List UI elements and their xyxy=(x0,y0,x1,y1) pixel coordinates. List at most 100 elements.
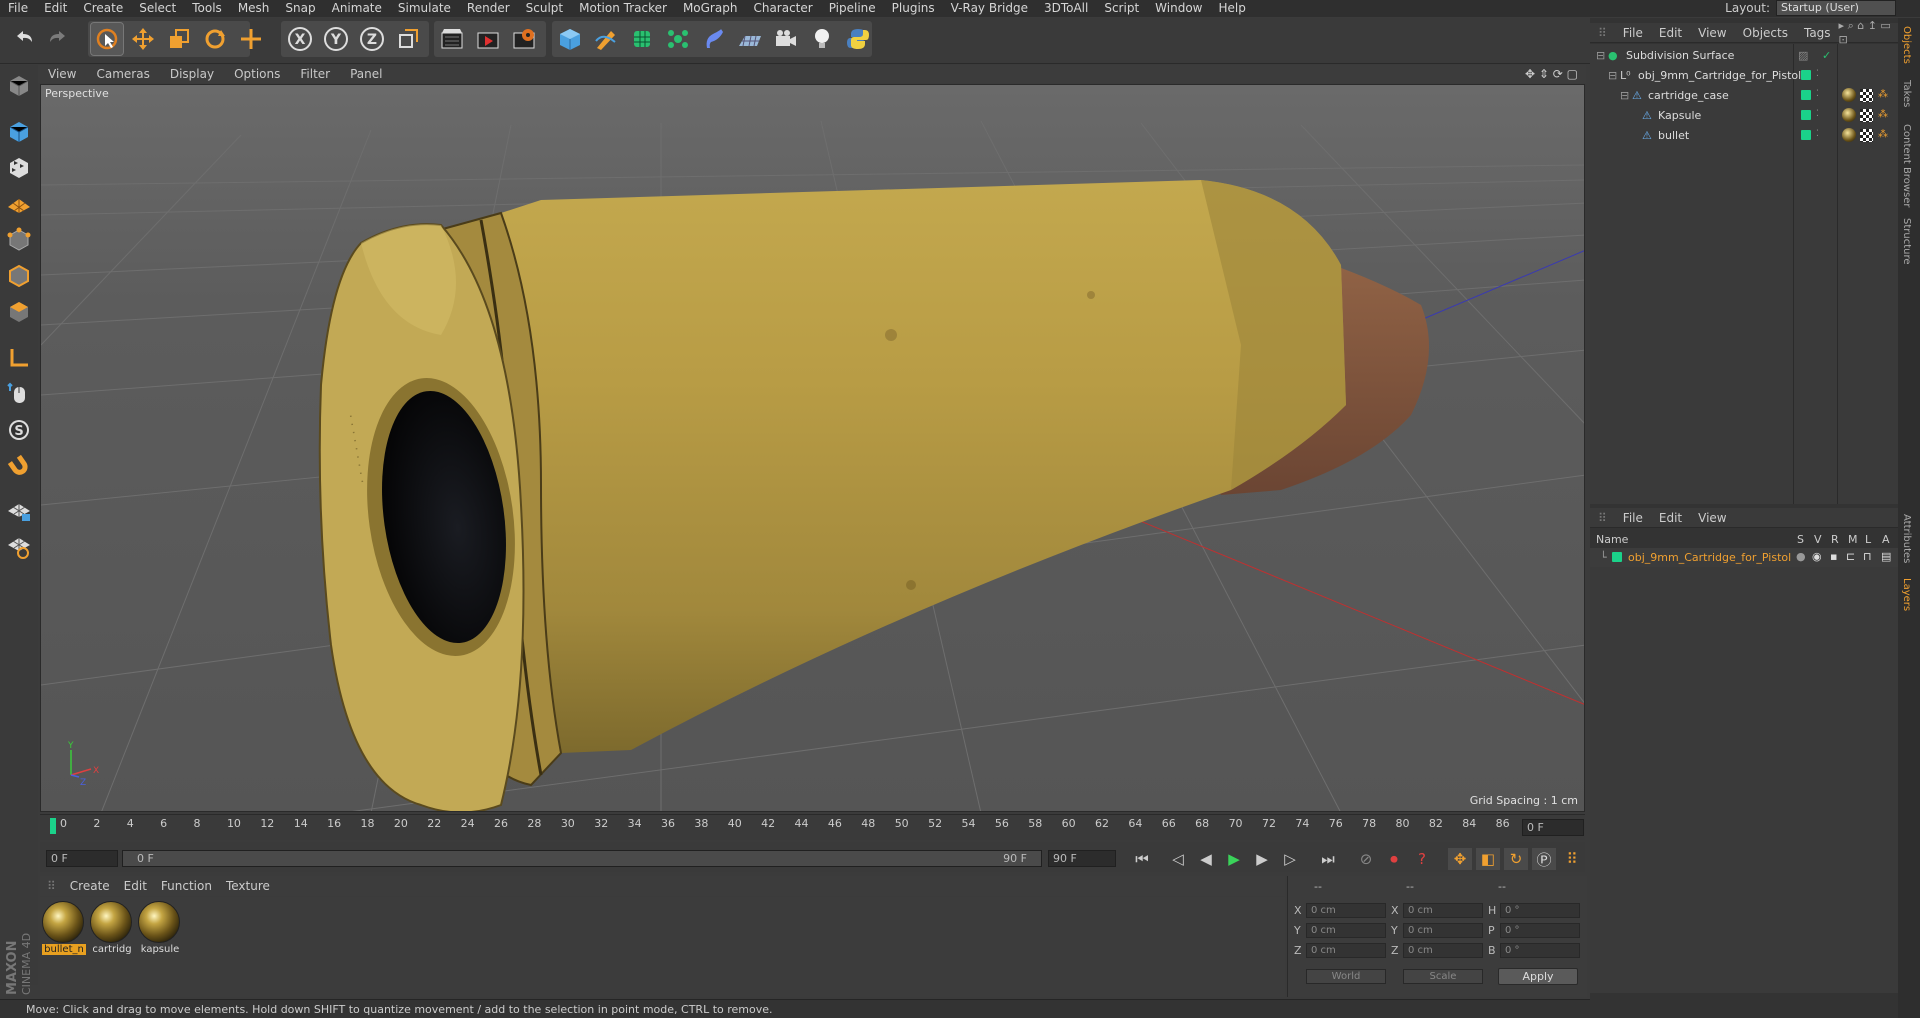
layer-col-v[interactable]: V xyxy=(1814,533,1822,546)
move-icon[interactable] xyxy=(127,23,159,55)
z-axis-lock-icon[interactable]: Z xyxy=(356,23,388,55)
locked-workplane-icon[interactable] xyxy=(4,495,34,525)
tweak-mode-icon[interactable] xyxy=(4,379,34,409)
menu-window[interactable]: Window xyxy=(1147,0,1210,17)
camera-icon[interactable] xyxy=(770,23,802,55)
start-frame-field[interactable]: 0 F xyxy=(46,850,118,867)
menu-tools[interactable]: Tools xyxy=(184,0,230,17)
render-view-icon[interactable] xyxy=(436,23,468,55)
undo-icon[interactable] xyxy=(8,23,40,55)
material-swatch[interactable]: kapsule xyxy=(138,901,182,959)
rotation-h-field[interactable]: 0 ° xyxy=(1500,903,1580,918)
y-axis-lock-icon[interactable]: Y xyxy=(320,23,352,55)
transform-icon[interactable] xyxy=(235,23,267,55)
object-row[interactable]: ⊟ ⚠ cartridge_case ⁚ ⁂ xyxy=(1590,86,1898,105)
tree-collapse-icon[interactable]: ⊟ xyxy=(1596,49,1605,62)
cube-icon[interactable] xyxy=(554,23,586,55)
uvw-tag-icon[interactable] xyxy=(1860,89,1873,102)
key-scale-icon[interactable]: ◧ xyxy=(1476,848,1500,870)
current-frame-field[interactable]: 0 F xyxy=(1522,819,1584,836)
material-menu-function[interactable]: Function xyxy=(154,879,219,893)
tab-objects[interactable]: Objects xyxy=(1901,26,1912,64)
layout-select[interactable]: Startup (User) xyxy=(1776,0,1896,16)
position-z-field[interactable]: 0 cm xyxy=(1306,943,1386,958)
tab-content-browser[interactable]: Content Browser xyxy=(1901,124,1912,207)
material-tag-icon[interactable] xyxy=(1842,108,1856,122)
menu-sculpt[interactable]: Sculpt xyxy=(518,0,571,17)
animation-icon[interactable]: ▤ xyxy=(1881,550,1891,563)
object-row[interactable]: ⚠ Kapsule ⁚ ⁂ xyxy=(1590,106,1898,125)
rotate-icon[interactable] xyxy=(199,23,231,55)
deformer-icon[interactable] xyxy=(698,23,730,55)
visibility-dots-icon[interactable]: ⁚ xyxy=(1816,69,1819,79)
selection-tag-icon[interactable]: ⁂ xyxy=(1878,109,1888,120)
model-mode-icon[interactable] xyxy=(4,117,34,147)
layer-col-l[interactable]: L xyxy=(1865,533,1871,546)
layer-color-icon[interactable] xyxy=(1801,130,1811,140)
menu-file[interactable]: File xyxy=(0,0,36,17)
menu-create[interactable]: Create xyxy=(75,0,131,17)
visibility-dots-icon[interactable]: ⁚ xyxy=(1816,129,1819,139)
tab-takes[interactable]: Takes xyxy=(1901,80,1912,107)
tree-collapse-icon[interactable]: ⊟ xyxy=(1620,89,1629,102)
visibility-dots-icon[interactable]: ⁚ xyxy=(1816,89,1819,99)
tab-structure[interactable]: Structure xyxy=(1901,218,1912,265)
manager-icon[interactable]: ⊏ xyxy=(1846,550,1855,563)
timeline-ruler[interactable]: 0 2 4 6 8 10 12 14 16 18 20 22 24 26 28 30 32 34 36 38 40 42 4… xyxy=(40,814,1585,840)
rotation-b-field[interactable]: 0 ° xyxy=(1500,943,1580,958)
tree-collapse-icon[interactable]: ⊟ xyxy=(1608,69,1617,82)
enable-axis-icon[interactable] xyxy=(4,343,34,373)
polygons-mode-icon[interactable] xyxy=(4,297,34,327)
object-menu-edit[interactable]: Edit xyxy=(1651,26,1690,40)
menu-edit[interactable]: Edit xyxy=(36,0,75,17)
render-picture-viewer-icon[interactable] xyxy=(472,23,504,55)
keyframe-selection-icon[interactable]: ? xyxy=(1410,848,1434,870)
menu-snap[interactable]: Snap xyxy=(277,0,323,17)
layer-color-icon[interactable] xyxy=(1801,70,1811,80)
viewport-menu-panel[interactable]: Panel xyxy=(340,67,392,81)
layer-color-icon[interactable] xyxy=(1801,90,1811,100)
key-position-icon[interactable]: ✥ xyxy=(1448,848,1472,870)
tab-attributes[interactable]: Attributes xyxy=(1901,514,1912,563)
render-settings-icon[interactable] xyxy=(508,23,540,55)
live-selection-icon[interactable] xyxy=(90,22,124,56)
material-menu-texture[interactable]: Texture xyxy=(219,879,277,893)
points-mode-icon[interactable] xyxy=(4,225,34,255)
layer-menu-edit[interactable]: Edit xyxy=(1651,511,1690,525)
planar-workplane-icon[interactable] xyxy=(4,531,34,561)
size-z-field[interactable]: 0 cm xyxy=(1403,943,1483,958)
viewport-menu-options[interactable]: Options xyxy=(224,67,290,81)
layer-row[interactable]: └ obj_9mm_Cartridge_for_Pistol ● ◉ ▪ ⊏ ⊓… xyxy=(1590,548,1898,567)
menu-animate[interactable]: Animate xyxy=(324,0,390,17)
layer-color-icon[interactable] xyxy=(1612,552,1622,562)
end-frame-field[interactable]: 90 F xyxy=(1048,850,1116,867)
playhead[interactable] xyxy=(50,818,56,834)
layer-menu-file[interactable]: File xyxy=(1615,511,1651,525)
layer-col-a[interactable]: A xyxy=(1882,533,1890,546)
go-to-start-icon[interactable]: ⏮ xyxy=(1130,848,1154,870)
render-icon[interactable]: ▪ xyxy=(1830,550,1837,563)
material-menu-edit[interactable]: Edit xyxy=(117,879,154,893)
range-slider[interactable]: 0 F 90 F xyxy=(122,850,1042,867)
viewport-menu-filter[interactable]: Filter xyxy=(290,67,340,81)
layer-color-icon[interactable] xyxy=(1801,110,1811,120)
light-icon[interactable] xyxy=(806,23,838,55)
visible-icon[interactable]: ◉ xyxy=(1812,550,1822,563)
edges-mode-icon[interactable] xyxy=(4,261,34,291)
menu-plugins[interactable]: Plugins xyxy=(884,0,943,17)
cloner-icon[interactable] xyxy=(662,23,694,55)
uvw-tag-icon[interactable] xyxy=(1860,129,1873,142)
visibility-toggle-icon[interactable]: ▨ xyxy=(1798,49,1808,62)
snapping-icon[interactable]: S xyxy=(4,415,34,445)
object-menu-tags[interactable]: Tags xyxy=(1796,26,1839,40)
layer-col-m[interactable]: M xyxy=(1848,533,1858,546)
material-swatch[interactable]: cartridg xyxy=(90,901,134,959)
object-menu-view[interactable]: View xyxy=(1690,26,1734,40)
lock-icon[interactable]: ⊓ xyxy=(1863,550,1872,563)
rotation-p-field[interactable]: 0 ° xyxy=(1500,923,1580,938)
visibility-dots-icon[interactable]: ⁚ xyxy=(1816,109,1819,119)
play-icon[interactable]: ▶ xyxy=(1222,848,1246,870)
floor-icon[interactable] xyxy=(734,23,766,55)
menu-script[interactable]: Script xyxy=(1096,0,1147,17)
size-x-field[interactable]: 0 cm xyxy=(1403,903,1483,918)
